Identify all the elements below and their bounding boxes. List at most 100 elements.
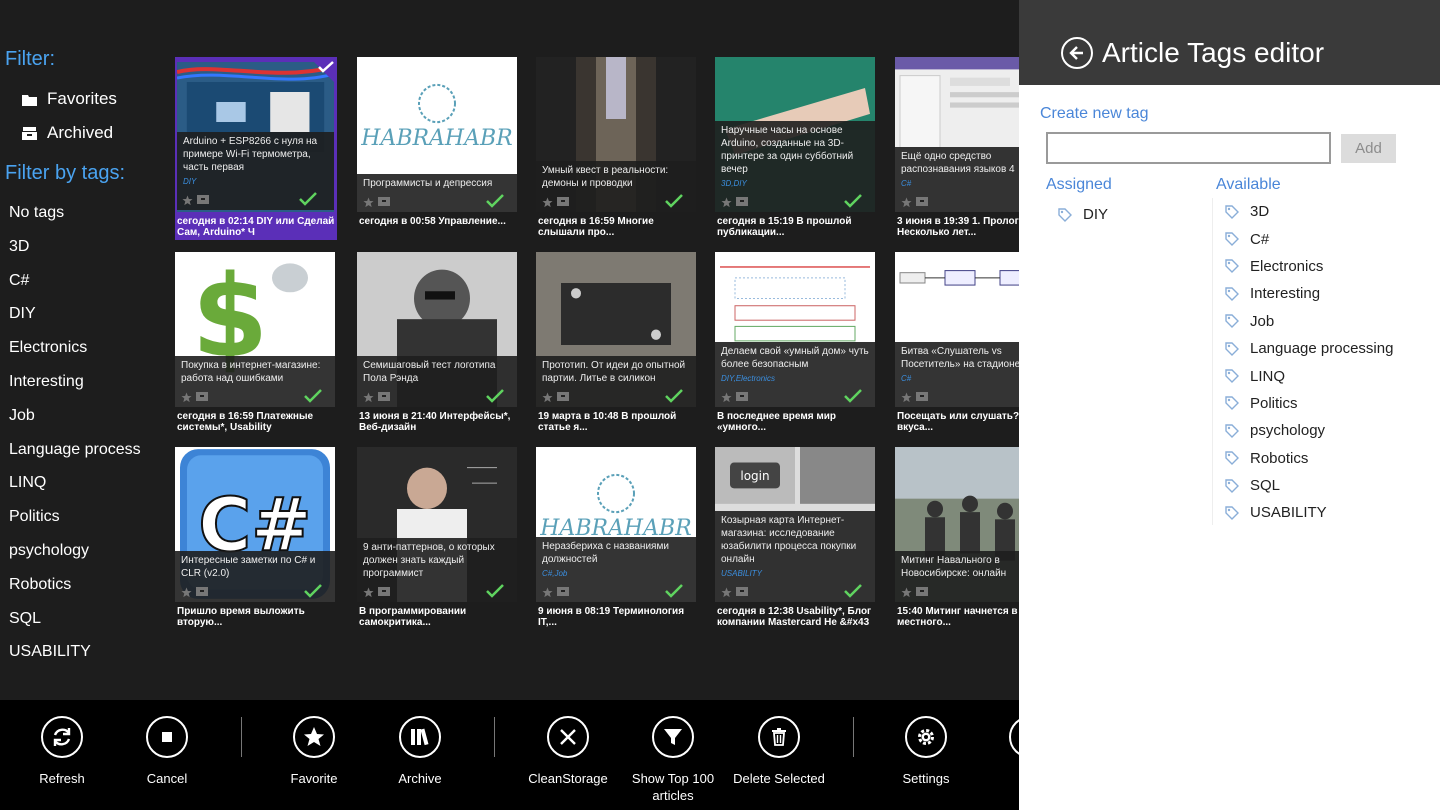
favorite-star-icon[interactable]: [542, 392, 553, 403]
article-tile[interactable]: 9 анти-паттернов, о которых должен знать…: [357, 447, 522, 632]
archive-box-icon[interactable]: [736, 587, 748, 596]
available-tag-item[interactable]: Interesting: [1224, 280, 1393, 307]
available-tag-item[interactable]: SQL: [1224, 472, 1393, 499]
article-caption: 13 июня в 21:40 Интерфейсы*, Веб-дизайн: [359, 411, 511, 433]
article-tile[interactable]: Делаем свой «умный дом» чуть более безоп…: [715, 252, 880, 437]
new-tag-input[interactable]: [1046, 132, 1331, 164]
article-tile[interactable]: Наручные часы на основе Arduino, созданн…: [715, 57, 880, 242]
available-tag-item[interactable]: Politics: [1224, 390, 1393, 417]
article-tile[interactable]: C# Интересные заметки по C# и CLR (v2.0) П…: [175, 447, 340, 632]
filter-favorites[interactable]: Favorites: [22, 89, 117, 109]
favorite-star-icon[interactable]: [363, 587, 374, 598]
cancel-button[interactable]: Cancel: [117, 716, 217, 787]
article-caption: 3 июня в 19:39 1. Пролог Несколько лет..…: [897, 216, 1019, 238]
back-button[interactable]: [1061, 37, 1093, 69]
filter-archived[interactable]: Archived: [22, 123, 113, 143]
available-tag-item[interactable]: Job: [1224, 308, 1393, 335]
article-caption: сегодня в 02:14 DIY или Сделай Сам, Ardu…: [177, 216, 335, 238]
filter-tag-item[interactable]: Robotics: [9, 572, 159, 606]
available-tag-item[interactable]: USABILITY: [1224, 499, 1393, 526]
article-tile[interactable]: HABRAHABR Неразбериха с названиями должно…: [536, 447, 701, 632]
article-status-icons: [181, 392, 208, 403]
archive-box-icon[interactable]: [916, 587, 928, 596]
article-status-icons: [542, 587, 569, 598]
favorite-star-icon[interactable]: [721, 587, 732, 598]
article-tile[interactable]: Прототип. От идеи до опытной партии. Лит…: [536, 252, 701, 437]
filter-tag-item[interactable]: No tags: [9, 200, 159, 234]
favorite-star-icon[interactable]: [542, 197, 553, 208]
archive-box-icon[interactable]: [196, 392, 208, 401]
read-check-icon: [665, 194, 683, 208]
clean-storage-button[interactable]: CleanStorage: [518, 716, 618, 787]
article-tile[interactable]: $ Покупка в интернет-магазине: работа над…: [175, 252, 340, 437]
archive-box-icon[interactable]: [557, 392, 569, 401]
article-tile[interactable]: Ещё одно средство распознавания языков 4…: [895, 57, 1020, 242]
filter-tag-item[interactable]: Electronics: [9, 335, 159, 369]
archive-box-icon[interactable]: [378, 392, 390, 401]
assigned-tag-item[interactable]: DIY: [1057, 206, 1108, 223]
delete-selected-label: Delete Selected: [733, 771, 825, 786]
favorite-star-icon[interactable]: [363, 197, 374, 208]
filter-tag-item[interactable]: LINQ: [9, 470, 159, 504]
filter-tag-item[interactable]: DIY: [9, 301, 159, 335]
article-tile[interactable]: Умный квест в реальности: демоны и прово…: [536, 57, 701, 242]
filter-tag-item[interactable]: Politics: [9, 504, 159, 538]
filter-tag-item[interactable]: C#: [9, 268, 159, 302]
article-caption: 9 июня в 08:19 Терминология IT,...: [538, 606, 685, 628]
archive-box-icon[interactable]: [196, 587, 208, 596]
filter-tag-item[interactable]: psychology: [9, 538, 159, 572]
archive-button[interactable]: Archive: [370, 716, 470, 787]
filter-tag-item[interactable]: 3D: [9, 234, 159, 268]
tag-icon: [1225, 204, 1239, 219]
filter-tag-item[interactable]: SQL: [9, 606, 159, 640]
favorite-star-icon[interactable]: [542, 587, 553, 598]
archive-box-icon[interactable]: [378, 587, 390, 596]
favorite-star-icon[interactable]: [182, 195, 193, 206]
available-tag-item[interactable]: LINQ: [1224, 362, 1393, 389]
article-tile[interactable]: HABRAHABR Программисты и депрессия сегодня…: [357, 57, 522, 242]
refresh-button[interactable]: Refresh: [12, 716, 112, 787]
archive-box-icon[interactable]: [378, 197, 390, 206]
favorite-star-icon[interactable]: [901, 392, 912, 403]
archive-box-icon[interactable]: [557, 197, 569, 206]
add-tag-button[interactable]: Add: [1341, 134, 1396, 163]
refresh-label: Refresh: [39, 771, 85, 786]
delete-selected-button[interactable]: Delete Selected: [729, 716, 829, 787]
article-tile[interactable]: Битва «Слушатель vs Посетитель» на стади…: [895, 252, 1020, 437]
archive-box-icon[interactable]: [916, 197, 928, 206]
favorite-star-icon[interactable]: [721, 197, 732, 208]
article-tile[interactable]: Arduino + ESP8266 с нуля на примере Wi-F…: [175, 57, 337, 240]
favorite-star-icon[interactable]: [901, 587, 912, 598]
available-tag-item[interactable]: 3D: [1224, 198, 1393, 225]
available-tag-item[interactable]: Electronics: [1224, 253, 1393, 280]
show-top-100-button[interactable]: Show Top 100 articles: [623, 716, 723, 804]
favorite-star-icon[interactable]: [363, 392, 374, 403]
filter-tag-item[interactable]: Interesting: [9, 369, 159, 403]
filter-tag-item[interactable]: Job: [9, 403, 159, 437]
archive-box-icon[interactable]: [736, 197, 748, 206]
favorite-label: Favorite: [290, 771, 338, 786]
available-tag-item[interactable]: Robotics: [1224, 445, 1393, 472]
archive-box-icon[interactable]: [736, 392, 748, 401]
article-tile[interactable]: Митинг Навального в Новосибирске: онлайн…: [895, 447, 1020, 632]
available-tag-item[interactable]: psychology: [1224, 417, 1393, 444]
filter-tag-item[interactable]: USABILITY: [9, 639, 159, 673]
article-tile[interactable]: login Козырная карта Интернет-магазина: и…: [715, 447, 880, 632]
archive-box-icon[interactable]: [916, 392, 928, 401]
archive-box-icon[interactable]: [557, 587, 569, 596]
article-tile[interactable]: Семишаговый тест логотипа Пола Рэнда 13 и…: [357, 252, 522, 437]
available-tag-label: Electronics: [1250, 257, 1324, 275]
archive-box-icon[interactable]: [197, 195, 209, 204]
favorite-button[interactable]: Favorite: [264, 716, 364, 787]
favorite-star-icon[interactable]: [181, 587, 192, 598]
filter-tag-item[interactable]: Language process: [9, 437, 159, 471]
settings-button[interactable]: Settings: [876, 716, 976, 787]
favorite-star-icon[interactable]: [721, 392, 732, 403]
folder-icon: [22, 94, 37, 106]
favorite-star-icon[interactable]: [181, 392, 192, 403]
available-tag-item[interactable]: Language processing: [1224, 335, 1393, 362]
filter-heading: Filter:: [5, 48, 55, 70]
available-tag-label: Language processing: [1250, 340, 1394, 358]
available-tag-item[interactable]: C#: [1224, 225, 1393, 252]
favorite-star-icon[interactable]: [901, 197, 912, 208]
